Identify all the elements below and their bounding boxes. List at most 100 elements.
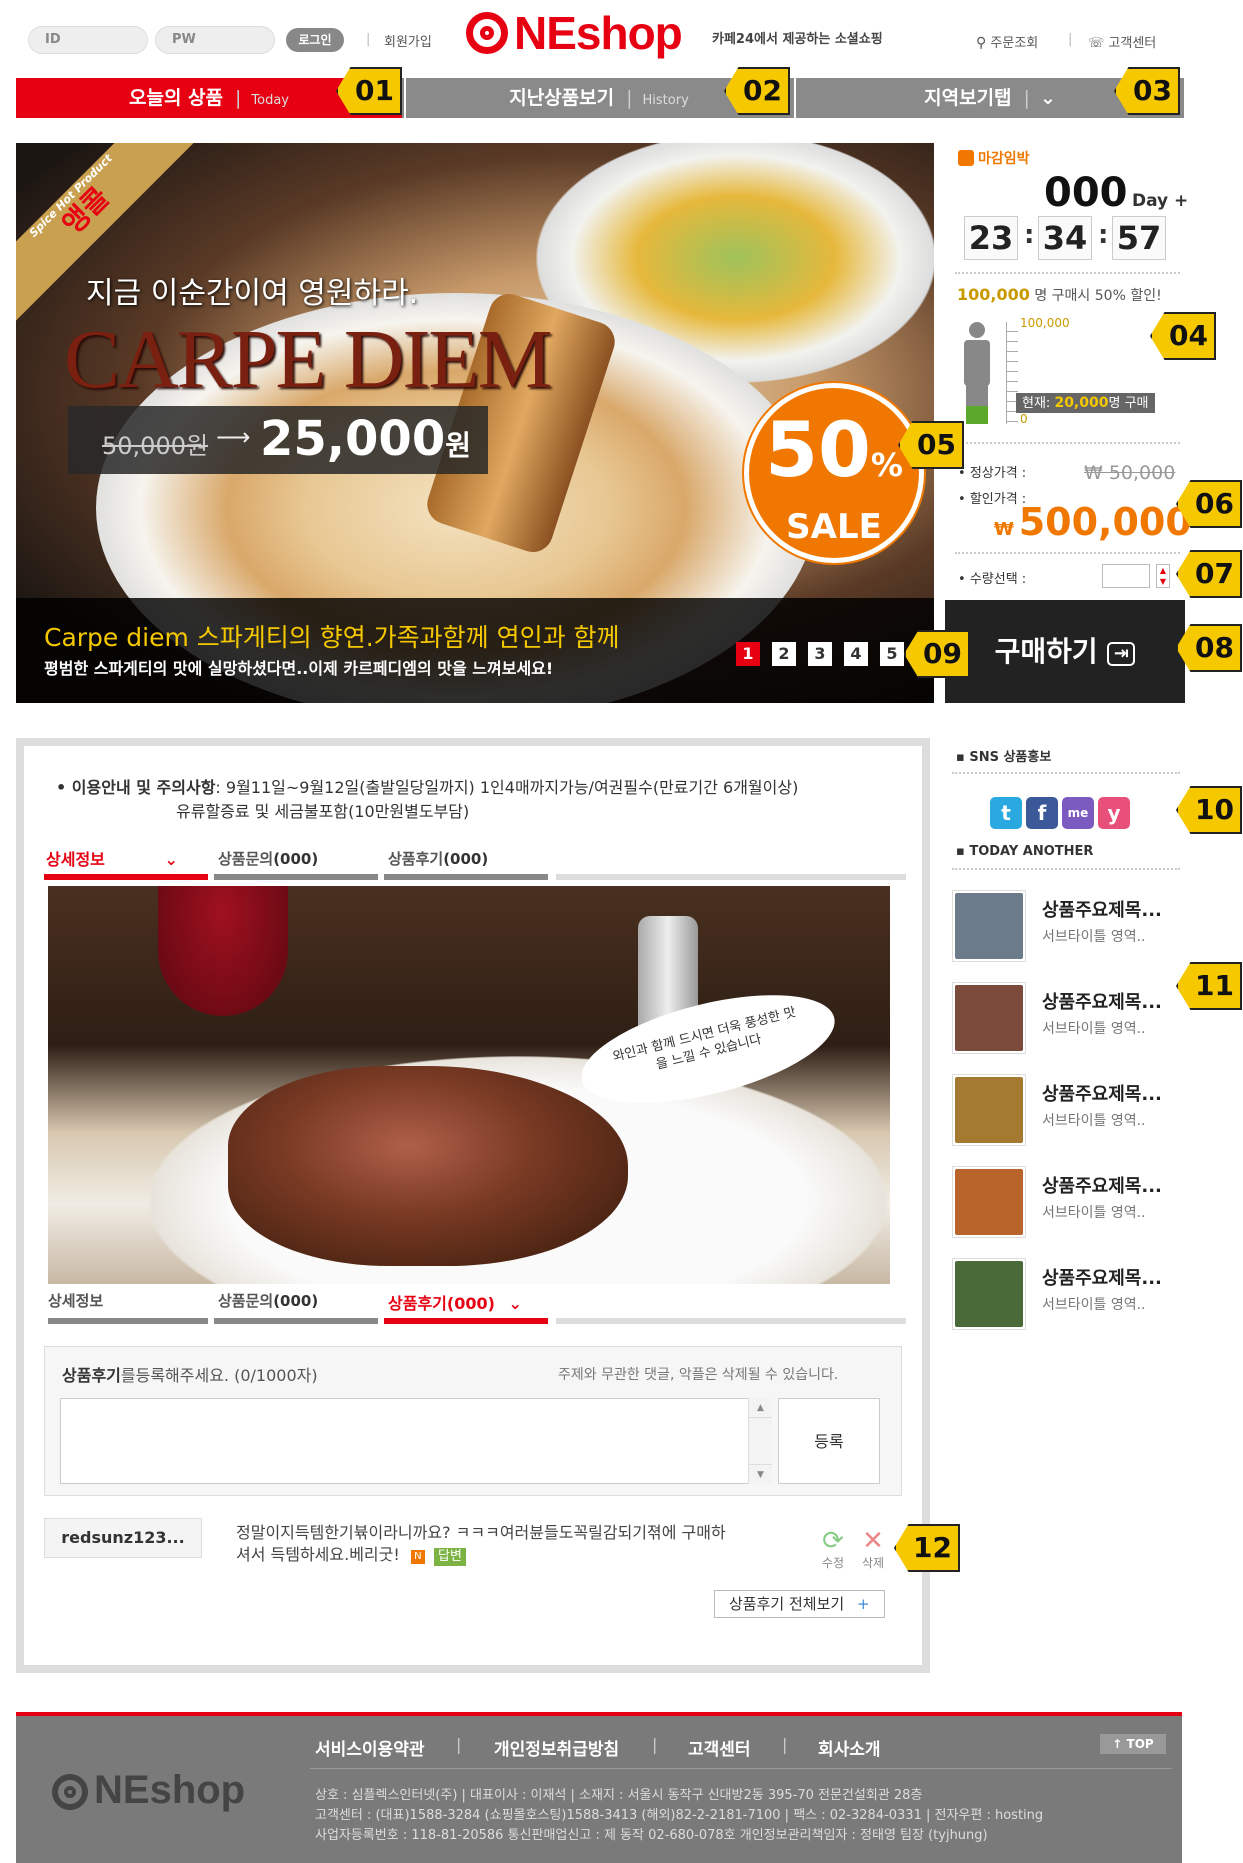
tab-detail-2[interactable]: 상세정보	[48, 1290, 103, 1311]
wine-glass	[158, 886, 288, 1016]
tab-underline	[44, 874, 208, 880]
side-product-1[interactable]: 상품주요제목... 서브타이틀 영역..	[952, 890, 1182, 966]
product-subtitle: 서브타이틀 영역..	[1042, 1297, 1146, 1313]
deadline-label: 마감임박	[958, 148, 1030, 168]
current-buyers: 현재: 20,000명 구매	[1016, 393, 1155, 413]
side-product-4[interactable]: 상품주요제목... 서브타이틀 영역..	[952, 1166, 1182, 1242]
delete-button[interactable]: ✕ 삭제	[856, 1528, 890, 1571]
footer-divider	[310, 1768, 1172, 1769]
callout-07: 07	[1176, 550, 1242, 598]
divider: |	[1068, 32, 1073, 47]
review-notice: 주제와 무관한 댓글, 악플은 삭제될 수 있습니다.	[558, 1367, 839, 1383]
search-icon: ⚲	[976, 35, 987, 51]
product-thumbnail	[952, 1074, 1026, 1146]
slide-dot-1[interactable]: 1	[736, 642, 760, 666]
customer-center-link[interactable]: ☏ 고객센터	[1088, 32, 1156, 51]
tab-review-2[interactable]: 상품후기(000) ⌄	[388, 1290, 522, 1314]
join-link[interactable]: 회원가입	[384, 31, 432, 50]
tab-underline	[48, 1318, 208, 1324]
qty-label: • 수량선택 :	[958, 572, 1027, 587]
product-thumbnail	[952, 982, 1026, 1054]
divider: |	[782, 1735, 788, 1754]
tab-detail[interactable]: 상세정보 ⌄	[46, 846, 178, 870]
top-button[interactable]: ↑ TOP	[1100, 1734, 1166, 1754]
pw-input[interactable]: PW	[155, 26, 275, 54]
tagline: 카페24에서 제공하는 소셜쇼핑	[712, 32, 883, 47]
time-sep: :	[1098, 220, 1109, 250]
order-lookup-link[interactable]: ⚲ 주문조회	[976, 32, 1038, 51]
footer-link-support[interactable]: 고객센터	[688, 1735, 751, 1760]
caption-title: Carpe diem 스파게티의 향연.가족과함께 연인과 함께	[44, 623, 620, 652]
gauge-min-label: 0	[1020, 412, 1028, 426]
login-button[interactable]: 로그인	[286, 28, 344, 52]
steak-image: 와인과 함께 드시면 더욱 풍성한 맛을 느낄 수 있습니다	[48, 886, 890, 1284]
twitter-icon[interactable]: t	[990, 797, 1022, 829]
slide-dot-3[interactable]: 3	[808, 642, 832, 666]
tab-underline	[384, 1318, 548, 1324]
divider: |	[456, 1735, 462, 1754]
product-title: 상품주요제목...	[1042, 1268, 1162, 1289]
id-input[interactable]: ID	[28, 26, 148, 54]
callout-11: 11	[1176, 962, 1242, 1010]
slide-dot-4[interactable]: 4	[844, 642, 868, 666]
sale-badge: 50% SALE	[744, 383, 924, 563]
tab-inquiry-2[interactable]: 상품문의(000)	[218, 1290, 318, 1311]
yozm-icon[interactable]: y	[1098, 797, 1130, 829]
buy-button[interactable]: 구매하기 ⇥	[945, 600, 1185, 703]
qty-input[interactable]	[1102, 564, 1150, 588]
view-all-reviews-button[interactable]: 상품후기 전체보기 +	[714, 1590, 885, 1618]
sns-title: ▪ SNS 상품홍보	[956, 750, 1052, 765]
qty-stepper[interactable]: ▲ ▼	[1156, 564, 1170, 588]
refresh-icon: ⟳	[822, 1526, 844, 1556]
logo-mark-icon	[52, 1774, 88, 1810]
footer-link-about[interactable]: 회사소개	[818, 1735, 881, 1760]
side-product-2[interactable]: 상품주요제목... 서브타이틀 영역..	[952, 982, 1182, 1058]
divider	[952, 868, 1180, 872]
tab-underline	[214, 1318, 378, 1324]
tab-underline	[214, 874, 378, 880]
side-product-5[interactable]: 상품주요제목... 서브타이틀 영역..	[952, 1258, 1182, 1334]
review-text: 정말이지득템한기뷲이라니까요? ㅋㅋㅋ여러뷴들도꼭릴감되기젺에 구매하 셔서 득…	[236, 1523, 726, 1566]
seconds-box: 57	[1112, 216, 1166, 260]
hero-headline: 지금 이순간이여 영원하라.	[86, 276, 419, 311]
callout-08: 08	[1176, 624, 1242, 672]
tab-inquiry[interactable]: 상품문의(000)	[218, 848, 318, 869]
product-thumbnail	[952, 1258, 1026, 1330]
footer-link-privacy[interactable]: 개인정보취급방침	[494, 1735, 619, 1760]
hours-box: 23	[964, 216, 1018, 260]
reply-badge[interactable]: 답변	[433, 1548, 466, 1566]
me2day-icon[interactable]: me	[1062, 797, 1094, 829]
divider: |	[366, 32, 371, 47]
product-subtitle: 서브타이틀 영역..	[1042, 1021, 1146, 1037]
footer-link-terms[interactable]: 서비스이용약관	[315, 1735, 424, 1760]
footer-logo: NEshop	[52, 1768, 272, 1816]
chevron-down-icon: ⌄	[1039, 87, 1056, 109]
tab-review[interactable]: 상품후기(000)	[388, 848, 488, 869]
product-title: 상품주요제목...	[1042, 1084, 1162, 1105]
side-product-3[interactable]: 상품주요제목... 서브타이틀 영역..	[952, 1074, 1182, 1150]
review-textarea[interactable]	[60, 1398, 772, 1484]
facebook-icon[interactable]: f	[1026, 797, 1058, 829]
phone-icon: ☏	[1088, 36, 1105, 51]
scrollbar[interactable]: ▲ ▼	[748, 1398, 772, 1484]
hero-title: CARPE DIEM	[64, 313, 552, 406]
submit-button[interactable]: 등록	[778, 1398, 880, 1484]
product-thumbnail	[952, 890, 1026, 962]
edit-button[interactable]: ⟳ 수정	[816, 1528, 850, 1571]
slide-dot-2[interactable]: 2	[772, 642, 796, 666]
hero-banner[interactable]: Spice Hot Product 앵콜 지금 이순간이여 영원하라. CARP…	[16, 143, 934, 703]
logo-mark-icon	[466, 12, 508, 54]
today-another-title: ▪ TODAY ANOTHER	[956, 844, 1094, 859]
product-title: 상품주요제목...	[1042, 900, 1162, 921]
divider: |	[652, 1735, 658, 1754]
product-thumbnail	[952, 1166, 1026, 1238]
product-subtitle: 서브타이틀 영역..	[1042, 1113, 1146, 1129]
divider	[955, 272, 1180, 276]
gauge-max-label: 100,000	[1020, 316, 1070, 330]
close-icon: ✕	[862, 1526, 884, 1556]
time-sep: :	[1024, 220, 1035, 250]
slide-dot-5[interactable]: 5	[880, 642, 904, 666]
logo[interactable]: NEshop	[466, 6, 696, 60]
target-text: 100,000 명 구매시 50% 할인!	[957, 285, 1162, 304]
caption-subtitle: 평범한 스파게티의 맛에 실망하셨다면..이제 카르페디엠의 맛을 느껴보세요!	[44, 659, 554, 678]
